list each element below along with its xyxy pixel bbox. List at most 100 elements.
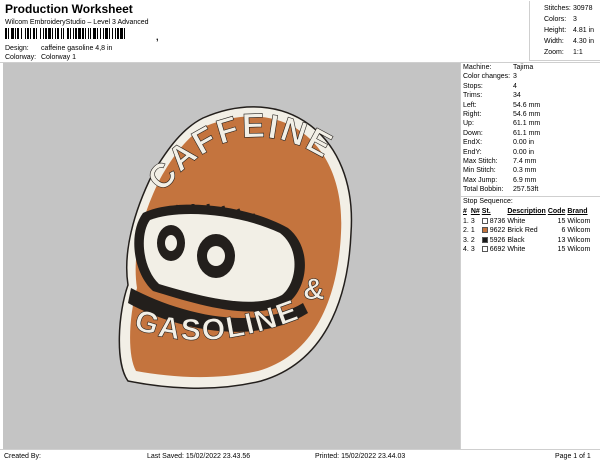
machine-info-label: Down: xyxy=(463,129,483,137)
summary-label: Zoom: xyxy=(544,49,564,56)
stop-code: 6 xyxy=(561,227,566,235)
stop-sequence-header: # N# St. Description Code Brand xyxy=(463,207,592,216)
stop-brand: Wilcom xyxy=(567,217,591,225)
color-swatch xyxy=(481,246,488,253)
left-eye-highlight xyxy=(165,235,177,251)
stop-n: 3 xyxy=(470,217,475,225)
colorway-row: Colorway: Colorway 1 xyxy=(5,54,76,61)
machine-info-label: Machine: xyxy=(463,64,492,71)
created-by: Created By: xyxy=(4,453,41,460)
machine-info-label: Up: xyxy=(463,120,474,128)
machine-info-row: Left: 54.6 mm xyxy=(461,101,600,110)
color-swatch xyxy=(481,227,488,234)
stop-brand: Wilcom xyxy=(567,246,591,254)
design-preview: CAFFEINE & GASOLINE xyxy=(3,63,460,449)
machine-info-label: Total Bobbin: xyxy=(463,186,504,194)
machine-info-row: Min Stitch: 0.3 mm xyxy=(461,166,600,175)
machine-info-value: 34 xyxy=(513,92,521,100)
stop-index: 1. xyxy=(463,217,469,225)
stop-index: 3. xyxy=(463,236,469,244)
machine-info-row: Max Jump: 6.9 mm xyxy=(461,176,600,185)
summary-row: Height: 4.81 in xyxy=(544,25,600,36)
stop-brand: Wilcom xyxy=(567,236,591,244)
stop-description: White xyxy=(507,246,526,254)
summary-value: 4.81 in xyxy=(573,27,595,34)
col-code: Code xyxy=(547,208,566,216)
summary-label: Width: xyxy=(544,38,564,45)
footer: Created By: Last Saved: 15/02/2022 23.43… xyxy=(0,449,600,464)
machine-info-value: Tajima xyxy=(513,64,534,71)
color-swatch xyxy=(481,236,488,243)
barcode-mark: , xyxy=(156,32,159,42)
colorway-label: Colorway: xyxy=(5,54,37,61)
last-saved: Last Saved: 15/02/2022 23.43.56 xyxy=(147,453,251,460)
stop-n: 3 xyxy=(470,246,475,254)
stop-sequence-table: # N# St. Description Code Brand 1. 3 8736… xyxy=(463,207,592,254)
machine-info-value: 0.00 in xyxy=(513,139,535,147)
right-eye-highlight xyxy=(207,246,225,266)
machine-info-label: Stops: xyxy=(463,82,483,90)
machine-info-value: 54.6 mm xyxy=(513,110,541,118)
stop-code: 15 xyxy=(557,217,566,225)
machine-info-value: 61.1 mm xyxy=(513,129,541,137)
machine-info-value: 6.9 mm xyxy=(513,176,537,184)
stop-index: 4. xyxy=(463,246,469,254)
machine-info-label: Max Stitch: xyxy=(463,157,498,165)
machine-info-label: Right: xyxy=(463,110,482,118)
stop-code: 15 xyxy=(557,246,566,254)
stop-sequence-row: 1. 3 8736 White 15 Wilcom xyxy=(463,216,592,226)
machine-info-row: Max Stitch: 7.4 mm xyxy=(461,157,600,166)
stop-sequence-title: Stop Sequence: xyxy=(463,198,513,206)
machine-info-label: Min Stitch: xyxy=(463,167,496,175)
col-description: Description xyxy=(507,208,546,216)
stop-n: 2 xyxy=(470,236,475,244)
col-index: # xyxy=(463,208,467,216)
barcode xyxy=(5,28,197,39)
machine-info-panel: Machine: Tajima Color changes: 3 Stops: 4 Trim… xyxy=(460,63,600,449)
stop-code: 13 xyxy=(557,236,566,244)
summary-value: 30978 xyxy=(573,5,593,12)
summary-value: 4.30 in xyxy=(573,38,595,45)
stop-sequence-row: 2. 1 9622 Brick Red 6 Wilcom xyxy=(463,226,592,236)
machine-info-row: Machine: Tajima xyxy=(461,63,600,72)
machine-info-row: Trims: 34 xyxy=(461,91,600,100)
machine-info-value: 61.1 mm xyxy=(513,120,541,128)
summary-row: Stitches: 30978 xyxy=(544,3,600,14)
machine-info-value: 3 xyxy=(513,73,517,81)
machine-info-value: 4 xyxy=(513,82,517,90)
stop-n: 1 xyxy=(470,227,475,235)
machine-info-value: 54.6 mm xyxy=(513,101,541,109)
design-row: Design: caffeine gasoline 4,8 in xyxy=(5,45,112,52)
machine-info-label: Left: xyxy=(463,101,477,109)
stop-sequence-row: 4. 3 6692 White 15 Wilcom xyxy=(463,245,592,255)
machine-info-row: EndX: 0.00 in xyxy=(461,138,600,147)
machine-info-row: Down: 61.1 mm xyxy=(461,129,600,138)
embroidery-design: CAFFEINE & GASOLINE xyxy=(118,106,353,389)
summary-label: Colors: xyxy=(544,16,567,23)
machine-info-row: Stops: 4 xyxy=(461,82,600,91)
colorway-value: Colorway 1 xyxy=(40,54,76,61)
machine-info-row: EndY: 0.00 in xyxy=(461,148,600,157)
stop-sequence-row: 3. 2 5926 Black 13 Wilcom xyxy=(463,235,592,245)
summary-value: 1:1 xyxy=(573,49,583,56)
col-n: N# xyxy=(470,208,480,216)
machine-info-row: Right: 54.6 mm xyxy=(461,110,600,119)
stop-description: White xyxy=(507,217,526,225)
stop-stitches-cell: 8736 xyxy=(481,216,508,226)
printed-date: Printed: 15/02/2022 23.44.03 xyxy=(315,453,406,460)
col-brand: Brand xyxy=(567,208,588,216)
word-amp-text: & xyxy=(303,273,325,306)
machine-info-row: Color changes: 3 xyxy=(461,72,600,81)
summary-value: 3 xyxy=(573,16,577,23)
machine-info-label: EndX: xyxy=(463,139,483,147)
machine-info-label: Color changes: xyxy=(463,73,511,81)
stop-description: Black xyxy=(507,236,525,244)
stop-brand: Wilcom xyxy=(567,227,591,235)
stop-index: 2. xyxy=(463,227,469,235)
stop-description: Brick Red xyxy=(507,227,538,235)
summary-row: Zoom: 1:1 xyxy=(544,47,600,58)
page-number: Page 1 of 1 xyxy=(555,453,591,460)
machine-info-label: Trims: xyxy=(463,92,483,100)
machine-info-value: 257.53ft xyxy=(513,186,539,194)
machine-info-label: EndY: xyxy=(463,148,482,156)
